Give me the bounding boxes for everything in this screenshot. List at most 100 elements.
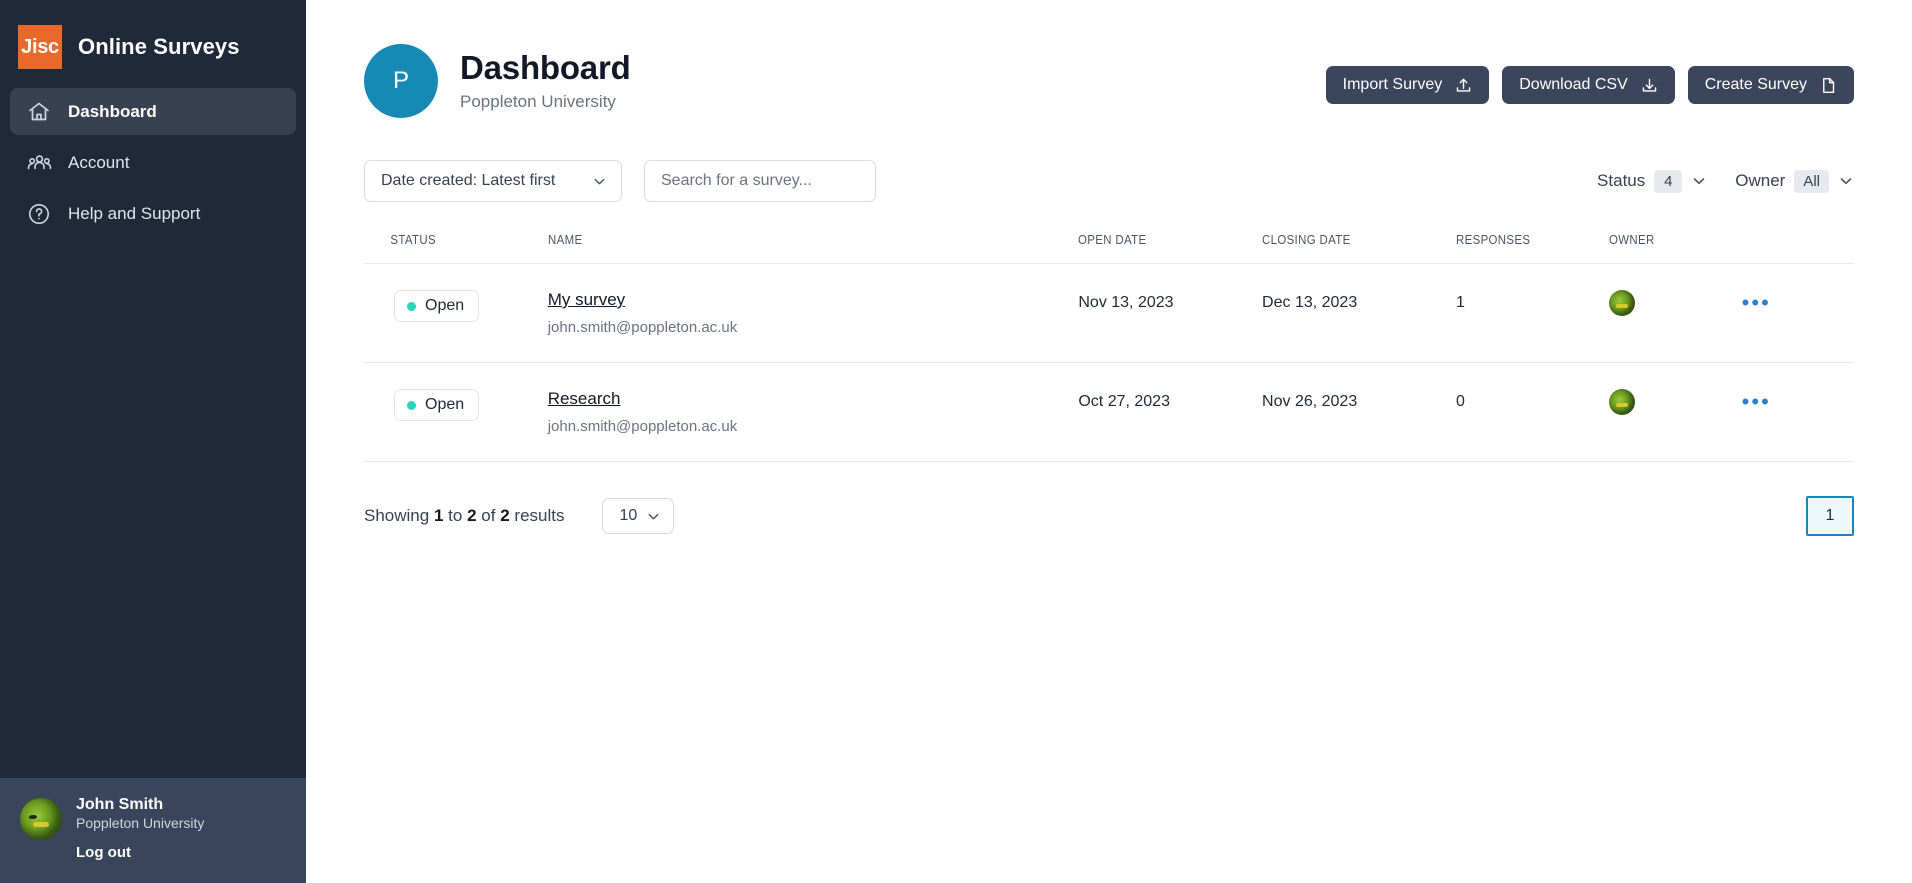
status-filter-label: Status <box>1597 171 1646 190</box>
surveys-table: STATUS NAME OPEN DATE CLOSING DATE RESPO… <box>364 232 1854 462</box>
showing-total: 2 <box>500 506 510 525</box>
cell-actions: ••• <box>1741 362 1854 462</box>
cell-actions: ••• <box>1741 263 1854 363</box>
cell-responses: 1 <box>1455 263 1610 363</box>
cell-closing-date: Nov 26, 2023 <box>1262 362 1456 462</box>
import-survey-button[interactable]: Import Survey <box>1325 66 1490 104</box>
results-summary: Showing 1 to 2 of 2 results <box>364 506 564 526</box>
cell-responses: 0 <box>1455 362 1610 462</box>
download-csv-button[interactable]: Download CSV <box>1502 66 1675 104</box>
column-header-actions <box>1742 232 1841 264</box>
column-header-responses: RESPONSES <box>1455 232 1531 247</box>
filter-row: Date created: Latest first Status 4 Owne… <box>364 160 1854 202</box>
users-icon <box>26 150 52 176</box>
row-menu-icon[interactable]: ••• <box>1742 389 1771 413</box>
open-date-value: Nov 13, 2023 <box>1078 294 1174 311</box>
status-badge-label: Open <box>425 396 465 413</box>
showing-prefix: Showing <box>364 506 430 525</box>
owner-avatar <box>1609 290 1636 316</box>
status-filter[interactable]: Status 4 <box>1597 169 1707 193</box>
closing-date-value: Nov 26, 2023 <box>1262 393 1358 410</box>
sidebar-user-footer: John Smith Poppleton University Log out <box>0 778 306 883</box>
brand[interactable]: Jisc Online Surveys <box>0 0 306 78</box>
create-survey-label: Create Survey <box>1704 76 1807 93</box>
column-header-closing-date: CLOSING DATE <box>1262 232 1351 247</box>
pagination-controls: 1 <box>1806 496 1854 536</box>
status-dot-icon <box>407 400 416 410</box>
owner-filter[interactable]: Owner All <box>1735 169 1854 193</box>
main-content: P Dashboard Poppleton University Import … <box>306 0 1912 883</box>
user-info: John Smith Poppleton University Log out <box>76 796 204 861</box>
column-header-open-date: OPEN DATE <box>1078 232 1147 247</box>
user-name: John Smith <box>76 796 164 813</box>
page-title: Dashboard <box>460 49 631 87</box>
showing-from: 1 <box>433 506 444 525</box>
table-header-row: STATUS NAME OPEN DATE CLOSING DATE RESPO… <box>364 232 1854 264</box>
home-icon <box>26 99 52 125</box>
survey-name-link[interactable]: Research <box>548 389 621 409</box>
chevron-down-icon <box>1691 173 1707 189</box>
header-actions: Import Survey Download CSV Create Survey <box>1325 44 1854 104</box>
survey-owner-email: john.smith@poppleton.ac.uk <box>547 319 738 336</box>
status-badge: Open <box>394 389 480 421</box>
row-menu-icon[interactable]: ••• <box>1742 290 1771 314</box>
cell-status: Open <box>364 362 548 462</box>
status-filter-badge: 4 <box>1654 169 1683 193</box>
table-head: STATUS NAME OPEN DATE CLOSING DATE RESPO… <box>364 232 1854 264</box>
user-org: Poppleton University <box>76 815 205 831</box>
owner-avatar <box>1609 389 1636 415</box>
table-footer: Showing 1 to 2 of 2 results 10 1 <box>364 496 1854 536</box>
table-row[interactable]: Open Research john.smith@poppleton.ac.uk… <box>364 362 1854 462</box>
sidebar-item-label: Dashboard <box>68 101 157 121</box>
sidebar-nav: Dashboard Account Help and Support <box>0 88 306 241</box>
sort-select[interactable]: Date created: Latest first <box>364 160 622 202</box>
showing-of-word: of <box>481 506 496 525</box>
owner-filter-badge: All <box>1794 169 1829 193</box>
cell-status: Open <box>364 263 548 363</box>
open-date-value: Oct 27, 2023 <box>1078 393 1170 410</box>
page-button-1[interactable]: 1 <box>1806 496 1854 536</box>
table-row[interactable]: Open My survey john.smith@poppleton.ac.u… <box>364 263 1854 363</box>
column-header-name: NAME <box>547 232 583 247</box>
table-body: Open My survey john.smith@poppleton.ac.u… <box>364 263 1854 462</box>
download-csv-label: Download CSV <box>1519 76 1628 93</box>
closing-date-value: Dec 13, 2023 <box>1262 294 1358 311</box>
cell-open-date: Oct 27, 2023 <box>1078 362 1263 462</box>
column-header-status: STATUS <box>390 232 436 247</box>
responses-value: 0 <box>1455 393 1465 410</box>
chevron-down-icon <box>646 509 661 524</box>
sort-select-value: Date created: Latest first <box>381 172 556 189</box>
status-badge: Open <box>394 290 480 322</box>
title-block: P Dashboard Poppleton University <box>364 44 631 118</box>
sidebar-item-account[interactable]: Account <box>10 139 296 186</box>
showing-results-word: results <box>514 506 565 525</box>
brand-title: Online Surveys <box>78 34 240 59</box>
column-header-owner: OWNER <box>1609 232 1655 247</box>
sidebar-item-dashboard[interactable]: Dashboard <box>10 88 296 135</box>
cell-open-date: Nov 13, 2023 <box>1078 263 1263 363</box>
filter-right-group: Status 4 Owner All <box>1597 169 1854 193</box>
sidebar: Jisc Online Surveys Dashboard Account He… <box>0 0 306 883</box>
survey-name-link[interactable]: My survey <box>548 290 625 310</box>
create-survey-button[interactable]: Create Survey <box>1687 66 1854 104</box>
search-input[interactable] <box>644 160 876 202</box>
page-subtitle: Poppleton University <box>460 91 616 111</box>
page-header: P Dashboard Poppleton University Import … <box>364 0 1854 118</box>
download-icon <box>1641 77 1658 94</box>
chevron-down-icon <box>592 174 607 189</box>
cell-owner <box>1609 362 1742 462</box>
title-text: Dashboard Poppleton University <box>460 50 631 111</box>
document-icon <box>1820 77 1837 94</box>
sidebar-item-help-and-support[interactable]: Help and Support <box>10 190 296 237</box>
sidebar-item-label: Help and Support <box>68 203 201 223</box>
chevron-down-icon <box>1838 173 1854 189</box>
survey-owner-email: john.smith@poppleton.ac.uk <box>547 418 738 435</box>
jisc-logo: Jisc <box>18 25 62 69</box>
per-page-select[interactable]: 10 <box>602 498 675 534</box>
cell-owner <box>1609 263 1742 363</box>
question-circle-icon <box>26 201 52 227</box>
logout-link[interactable]: Log out <box>76 844 204 861</box>
status-dot-icon <box>407 301 416 311</box>
status-badge-label: Open <box>425 297 465 314</box>
